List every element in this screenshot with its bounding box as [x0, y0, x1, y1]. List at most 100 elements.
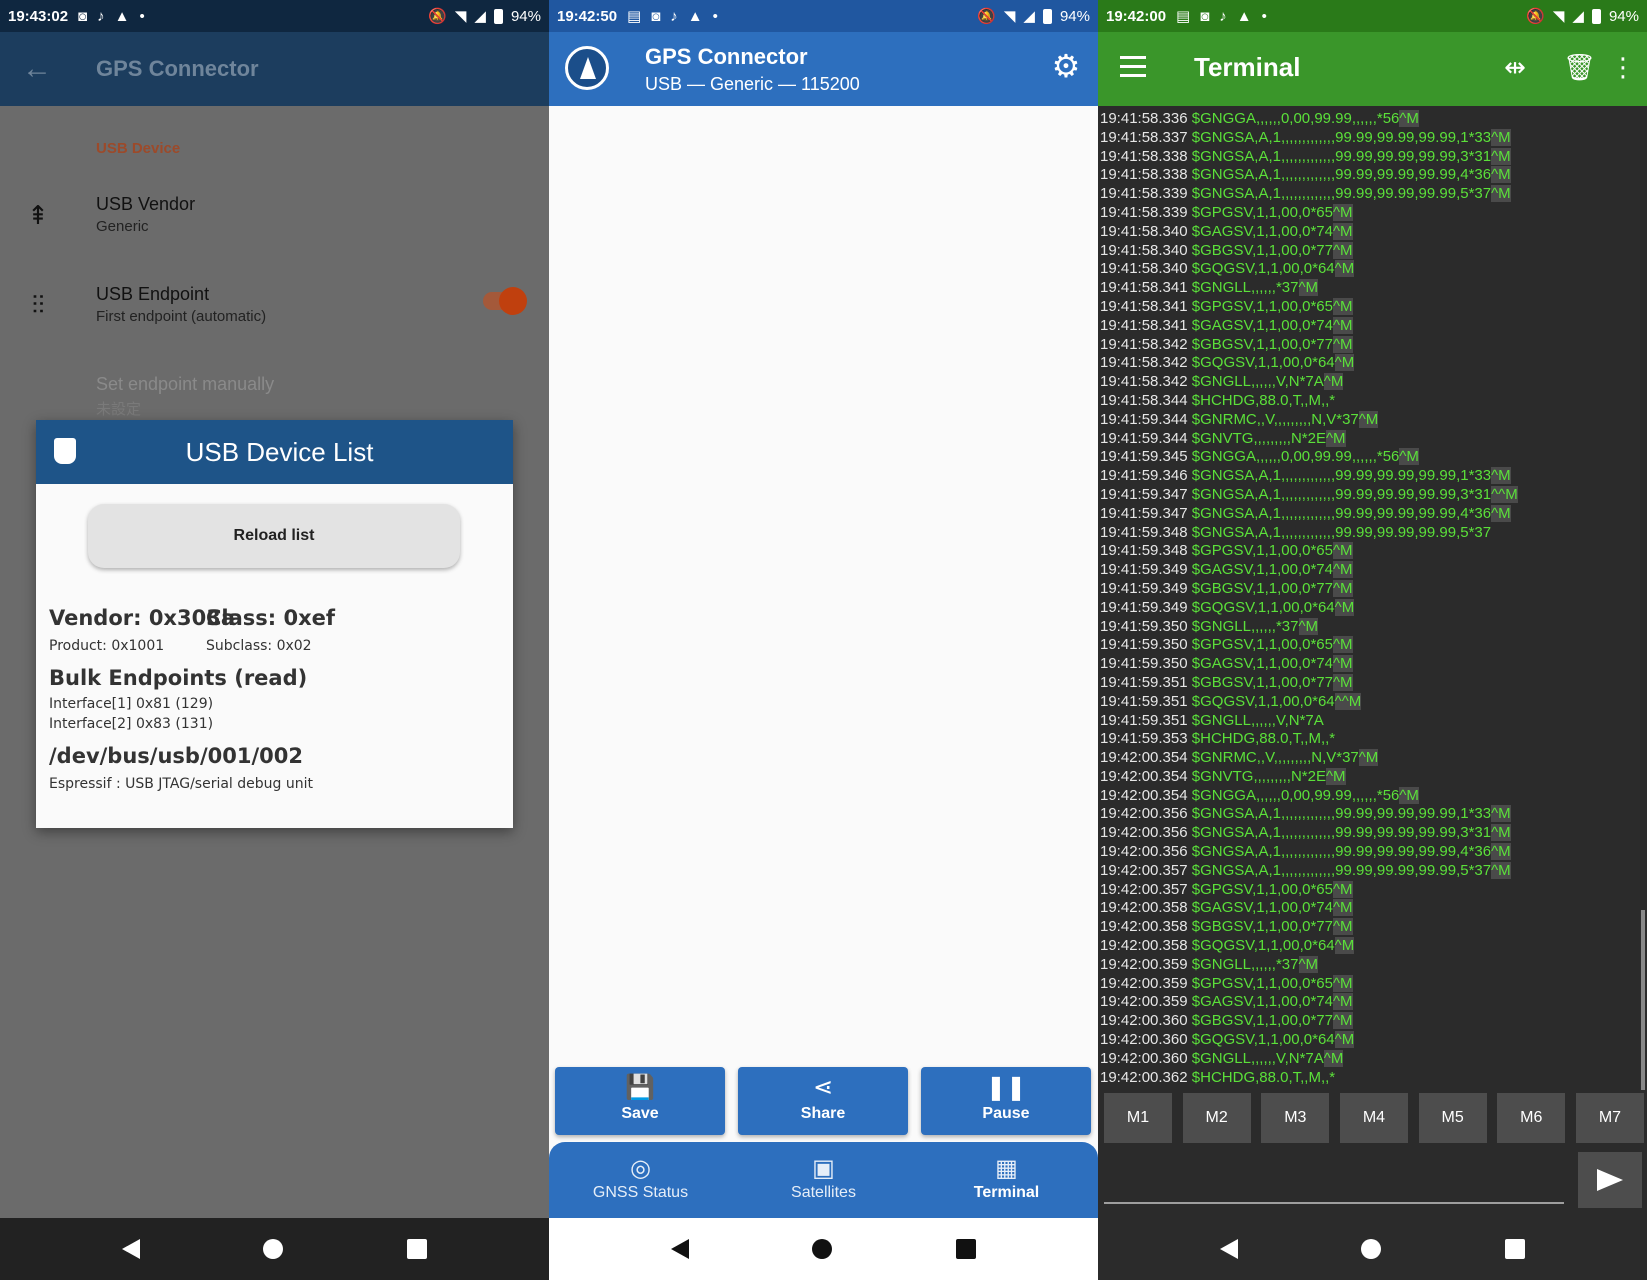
nav-gnss-status[interactable]: ◎ GNSS Status: [549, 1142, 732, 1218]
menu-icon[interactable]: [1120, 56, 1146, 78]
log-line: 19:41:58.340 $GAGSV,1,1,00,0*74^M: [1100, 222, 1640, 242]
log-timestamp: 19:41:58.338: [1100, 166, 1188, 184]
log-message: $GNGSA,A,1,,,,,,,,,,,,,99.99,99.99,99.99…: [1191, 843, 1492, 861]
save-button[interactable]: 💾 Save: [555, 1067, 725, 1135]
log-timestamp: 19:41:59.344: [1100, 410, 1188, 428]
log-message: $GQGSV,1,1,00,0*64: [1191, 354, 1335, 372]
log-timestamp: 19:41:59.353: [1100, 730, 1188, 748]
log-control-char: ^M: [1332, 561, 1353, 579]
log-message: $GNGGA,,,,,,0,00,99.99,,,,,,*56: [1191, 110, 1400, 127]
log-control-char: ^M: [1325, 767, 1346, 785]
device-path[interactable]: /dev/bus/usb/001/002: [49, 744, 303, 768]
log-message: $GNGSA,A,1,,,,,,,,,,,,,99.99,99.99,99.99…: [1191, 824, 1492, 842]
log-timestamp: 19:41:58.336: [1100, 110, 1188, 127]
log-message: $GQGSV,1,1,00,0*64: [1191, 937, 1335, 955]
log-timestamp: 19:41:59.349: [1100, 598, 1188, 616]
log-timestamp: 19:42:00.359: [1100, 993, 1188, 1011]
log-line: 19:41:58.340 $GQGSV,1,1,00,0*64^M: [1100, 260, 1640, 279]
endpoint-toggle[interactable]: [483, 287, 527, 315]
usb-icon: ⇞: [27, 200, 49, 230]
wifi-icon: ◥: [454, 8, 467, 25]
line-icon: ◙: [1200, 7, 1210, 25]
status-bar: 19:42:50 ▤ ◙ ♪ ▲ • 🔕 ◥ ◢ 94%: [549, 0, 1098, 32]
recents-nav-icon[interactable]: [956, 1239, 977, 1259]
macro-button-m4[interactable]: M4: [1339, 1093, 1408, 1143]
log-control-char: ^M: [1491, 805, 1511, 823]
log-message: $GNVTG,,,,,,,,,N*2E: [1191, 767, 1326, 785]
log-timestamp: 19:42:00.359: [1100, 955, 1188, 973]
scrollbar[interactable]: [1641, 910, 1645, 1090]
log-line: 19:41:59.351 $GQGSV,1,1,00,0*64^^M: [1100, 692, 1640, 712]
home-nav-icon[interactable]: [812, 1239, 833, 1259]
gear-icon[interactable]: ⚙: [1050, 50, 1082, 82]
trash-icon[interactable]: 🗑: [1563, 52, 1596, 84]
macro-button-m3[interactable]: M3: [1261, 1093, 1330, 1143]
category-header: USB Device: [96, 140, 181, 157]
status-time: 19:43:02: [8, 7, 69, 25]
recents-nav-icon[interactable]: [1505, 1239, 1526, 1259]
macro-button-m2[interactable]: M2: [1182, 1093, 1251, 1143]
macro-button-m1[interactable]: M1: [1104, 1093, 1172, 1143]
terminal-log[interactable]: 19:41:58.336 $GNGGA,,,,,,0,00,99.99,,,,,…: [1100, 110, 1640, 1087]
log-message: $HCHDG,88.0,T,,M,,*: [1191, 1068, 1336, 1086]
log-message: $GNGGA,,,,,,0,00,99.99,,,,,,*56: [1191, 786, 1400, 804]
dot-icon: •: [139, 7, 145, 25]
connect-icon[interactable]: ⇹: [1499, 52, 1531, 84]
macro-button-m7[interactable]: M7: [1575, 1093, 1644, 1143]
back-nav-icon[interactable]: [1219, 1239, 1238, 1259]
pref-usb-endpoint[interactable]: ⫶⫶ USB Endpoint First endpoint (automati…: [0, 280, 549, 350]
signal-icon: ◢: [1572, 8, 1584, 25]
log-line: 19:42:00.360 $GBGSV,1,1,00,0*77^M: [1100, 1012, 1640, 1031]
log-timestamp: 19:42:00.360: [1100, 1049, 1188, 1067]
recents-nav-icon[interactable]: [407, 1239, 428, 1259]
battery-level: 94%: [1608, 7, 1639, 25]
log-timestamp: 19:41:59.350: [1100, 636, 1188, 654]
command-input[interactable]: [1104, 1202, 1564, 1204]
home-nav-icon[interactable]: [263, 1239, 284, 1259]
log-line: 19:41:58.339 $GNGSA,A,1,,,,,,,,,,,,,99.9…: [1100, 185, 1640, 204]
log-message: $GAGSV,1,1,00,0*74: [1191, 993, 1333, 1011]
log-control-char: ^M: [1334, 1031, 1355, 1049]
macro-button-m5[interactable]: M5: [1418, 1093, 1487, 1143]
macro-button-m6[interactable]: M6: [1497, 1093, 1566, 1143]
log-timestamp: 19:41:58.341: [1100, 316, 1188, 334]
send-button[interactable]: [1578, 1152, 1642, 1208]
back-nav-icon[interactable]: [670, 1239, 689, 1259]
back-nav-icon[interactable]: [121, 1239, 140, 1259]
log-control-char: ^M: [1332, 673, 1353, 691]
log-message: $GQGSV,1,1,00,0*64: [1191, 598, 1335, 616]
log-line: 19:41:58.338 $GNGSA,A,1,,,,,,,,,,,,,99.9…: [1100, 166, 1640, 185]
log-timestamp: 19:41:58.339: [1100, 203, 1188, 221]
log-line: 19:42:00.360 $GNGLL,,,,,,V,N*7A^M: [1100, 1049, 1640, 1069]
status-time: 19:42:00: [1106, 7, 1167, 25]
pref-usb-vendor[interactable]: ⇞ USB Vendor Generic: [0, 190, 549, 260]
nav-terminal[interactable]: ▦ Terminal: [915, 1142, 1098, 1218]
log-control-char: ^M: [1399, 786, 1419, 804]
pause-button[interactable]: ❚❚ Pause: [921, 1067, 1091, 1135]
more-vert-icon[interactable]: ⋮: [1607, 52, 1639, 84]
home-nav-icon[interactable]: [1361, 1239, 1382, 1259]
log-message: $GNGSA,A,1,,,,,,,,,,,,,99.99,99.99,99.99…: [1191, 805, 1492, 823]
log-control-char: ^^M: [1491, 485, 1518, 503]
log-control-char: ^M: [1334, 354, 1355, 372]
share-button[interactable]: ⋖ Share: [738, 1067, 908, 1135]
crosshair-icon: ◎: [630, 1155, 651, 1182]
log-timestamp: 19:42:00.357: [1100, 861, 1188, 879]
log-line: 19:41:59.351 $GBGSV,1,1,00,0*77^M: [1100, 673, 1640, 693]
warning-icon: ▲: [1236, 7, 1252, 25]
nav-satellites[interactable]: ▣ Satellites: [732, 1142, 915, 1218]
log-control-char: ^^M: [1334, 692, 1362, 710]
reload-list-button[interactable]: Reload list: [88, 504, 460, 568]
log-message: $GNGLL,,,,,,*37: [1191, 955, 1299, 973]
music-icon: ♪: [1219, 7, 1227, 25]
page-title: Terminal: [1194, 52, 1301, 82]
log-message: $GNGGA,,,,,,0,00,99.99,,,,,,*56: [1191, 448, 1400, 466]
log-timestamp: 19:42:00.360: [1100, 1031, 1188, 1049]
battery-icon: [1591, 8, 1601, 24]
status-bar: 19:42:00 ▤ ◙ ♪ ▲ • 🔕 ◥ ◢ 94%: [1098, 0, 1647, 32]
send-icon: [1597, 1169, 1623, 1191]
pref-set-endpoint-manually[interactable]: Set endpoint manually 未設定: [0, 370, 549, 420]
mute-icon: 🔕: [977, 8, 996, 25]
arrow-left-icon[interactable]: ←: [22, 52, 72, 86]
log-message: $GNGSA,A,1,,,,,,,,,,,,,99.99,99.99,99.99…: [1191, 185, 1492, 203]
